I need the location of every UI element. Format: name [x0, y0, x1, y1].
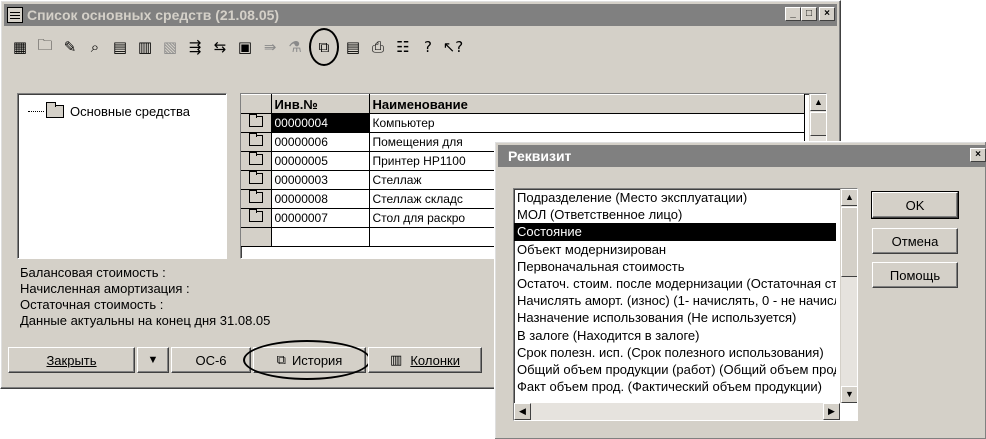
list-item[interactable]: Первоначальная стоимость: [514, 258, 836, 275]
main-titlebar[interactable]: Список основных средств (21.08.05) _ □ ×: [4, 4, 837, 26]
scroll-right-arrow-icon[interactable]: ▶: [823, 403, 840, 420]
report-icon[interactable]: ▣: [234, 36, 256, 58]
os6-button[interactable]: ОС-6: [171, 347, 251, 373]
scroll-down-arrow-icon[interactable]: ▼: [841, 386, 857, 403]
list-item-selected[interactable]: Состояние: [514, 223, 836, 241]
close-button[interactable]: Закрыть: [8, 347, 135, 373]
print-options-dropdown[interactable]: ▼: [137, 347, 169, 373]
hierarchy-icon[interactable]: ⇆: [209, 36, 231, 58]
folder-icon: [248, 209, 263, 222]
cell-inv[interactable]: 00000004: [271, 113, 370, 133]
grid-header-icon-col: [241, 94, 272, 114]
maximize-button[interactable]: □: [801, 7, 817, 21]
table-row[interactable]: 00000004 Компьютер: [241, 113, 805, 133]
list-scroll-thumb[interactable]: [841, 207, 857, 277]
cell-inv[interactable]: 00000006: [271, 132, 370, 152]
list-item[interactable]: Факт объем прод. (Фактический объем прод…: [514, 378, 836, 395]
columns-icon: ▥: [390, 352, 403, 368]
history-button[interactable]: ⧉ История: [253, 347, 366, 373]
copy-row-icon[interactable]: ▤: [109, 36, 131, 58]
balance-value-label: Балансовая стоимость :: [20, 265, 166, 280]
minimize-button[interactable]: _: [785, 7, 801, 21]
move-to-folder-icon[interactable]: ⇶: [184, 36, 206, 58]
close-button-label: Закрыть: [46, 352, 97, 368]
app-icon: [7, 7, 23, 23]
new-folder-icon[interactable]: 🗀: [34, 36, 56, 58]
cell-inv[interactable]: 00000008: [271, 189, 370, 209]
ok-button[interactable]: OK: [872, 192, 958, 218]
scroll-up-arrow-icon[interactable]: ▲: [810, 94, 826, 111]
list-vscrollbar[interactable]: ▲ ▼: [840, 189, 857, 403]
columns-button[interactable]: ▥ Колонки: [368, 347, 482, 373]
help-button[interactable]: Помощь: [872, 262, 958, 288]
tree-node-root[interactable]: Основные средства: [28, 102, 190, 119]
cell-inv[interactable]: 00000003: [271, 170, 370, 190]
history-icon[interactable]: ⧉: [309, 28, 339, 66]
columns-button-label: Колонки: [410, 352, 460, 368]
move-row-icon[interactable]: ▥: [134, 36, 156, 58]
delete-row-icon[interactable]: ▧: [159, 36, 181, 58]
dialog-close-button[interactable]: ×: [970, 148, 986, 162]
window-title: Список основных средств (21.08.05): [27, 7, 280, 23]
folder-icon: [248, 190, 263, 203]
cell-inv[interactable]: 00000005: [271, 151, 370, 171]
transfer-icon[interactable]: ⇛: [259, 36, 281, 58]
list-item[interactable]: Срок полезн. исп. (Срок полезного исполь…: [514, 344, 836, 361]
context-help-icon[interactable]: ↖?: [442, 36, 464, 58]
document-icon[interactable]: ▤: [342, 36, 364, 58]
dialog-titlebar[interactable]: Реквизит ×: [498, 145, 986, 167]
toolbar: ▦ 🗀 ✎ ⌕ ▤ ▥ ▧ ⇶ ⇆ ▣ ⇛ ⚗ ⧉ ▤ ⎙ ☷ ? ↖?: [9, 28, 464, 66]
folder-icon: [46, 102, 64, 118]
history-button-icon: ⧉: [276, 352, 286, 368]
dialog-title: Реквизит: [508, 148, 572, 164]
cancel-button[interactable]: Отмена: [872, 228, 958, 254]
help-icon[interactable]: ?: [417, 36, 439, 58]
list-item[interactable]: Начислять аморт. (износ) (1- начислять, …: [514, 292, 836, 309]
edit-icon[interactable]: ✎: [59, 36, 81, 58]
depreciation-value-label: Начисленная амортизация :: [20, 281, 190, 296]
new-item-icon[interactable]: ▦: [9, 36, 31, 58]
list-item[interactable]: Остаточ. стоим. после модернизации (Оста…: [514, 275, 836, 292]
list-hscrollbar[interactable]: ◀ ▶: [514, 403, 840, 420]
tree-view-icon[interactable]: ☷: [392, 36, 414, 58]
column-header-name[interactable]: Наименование: [369, 94, 805, 114]
scroll-left-arrow-icon[interactable]: ◀: [514, 403, 531, 420]
filter-icon[interactable]: ⚗: [284, 36, 306, 58]
requisite-listbox[interactable]: Подразделение (Место эксплуатации) МОЛ (…: [513, 188, 858, 421]
folder-icon: [248, 152, 263, 165]
scroll-thumb[interactable]: [810, 112, 826, 136]
folder-icon: [248, 133, 263, 146]
list-item[interactable]: Назначение использования (Не используетс…: [514, 309, 836, 326]
residual-value-label: Остаточная стоимость :: [20, 297, 164, 312]
list-item[interactable]: Объект модернизирован: [514, 241, 836, 258]
print-icon[interactable]: ⎙: [367, 36, 389, 58]
list-item[interactable]: Общий объем продукции (работ) (Общий объ…: [514, 361, 836, 378]
folder-icon: [248, 114, 263, 127]
folder-icon: [248, 171, 263, 184]
tree-connector: [28, 111, 44, 112]
history-button-label: История: [291, 352, 343, 368]
tree-node-label: Основные средства: [70, 104, 190, 119]
scroll-up-arrow-icon[interactable]: ▲: [841, 189, 857, 206]
actual-date-label: Данные актуальны на конец дня 31.08.05: [20, 313, 271, 328]
list-item[interactable]: МОЛ (Ответственное лицо): [514, 206, 836, 223]
grid-header-row: Инв.№ Наименование: [241, 94, 805, 114]
list-item[interactable]: Подразделение (Место эксплуатации): [514, 189, 836, 206]
tree-panel[interactable]: Основные средства: [17, 93, 227, 259]
list-item[interactable]: В залоге (Находится в залоге): [514, 327, 836, 344]
cell-name[interactable]: Компьютер: [369, 113, 805, 133]
cell-inv[interactable]: 00000007: [271, 208, 370, 228]
close-window-button[interactable]: ×: [819, 7, 835, 21]
info-panel: Балансовая стоимость : Начисленная аморт…: [20, 265, 270, 329]
column-header-inv[interactable]: Инв.№: [271, 94, 370, 114]
find-icon[interactable]: ⌕: [84, 36, 106, 58]
